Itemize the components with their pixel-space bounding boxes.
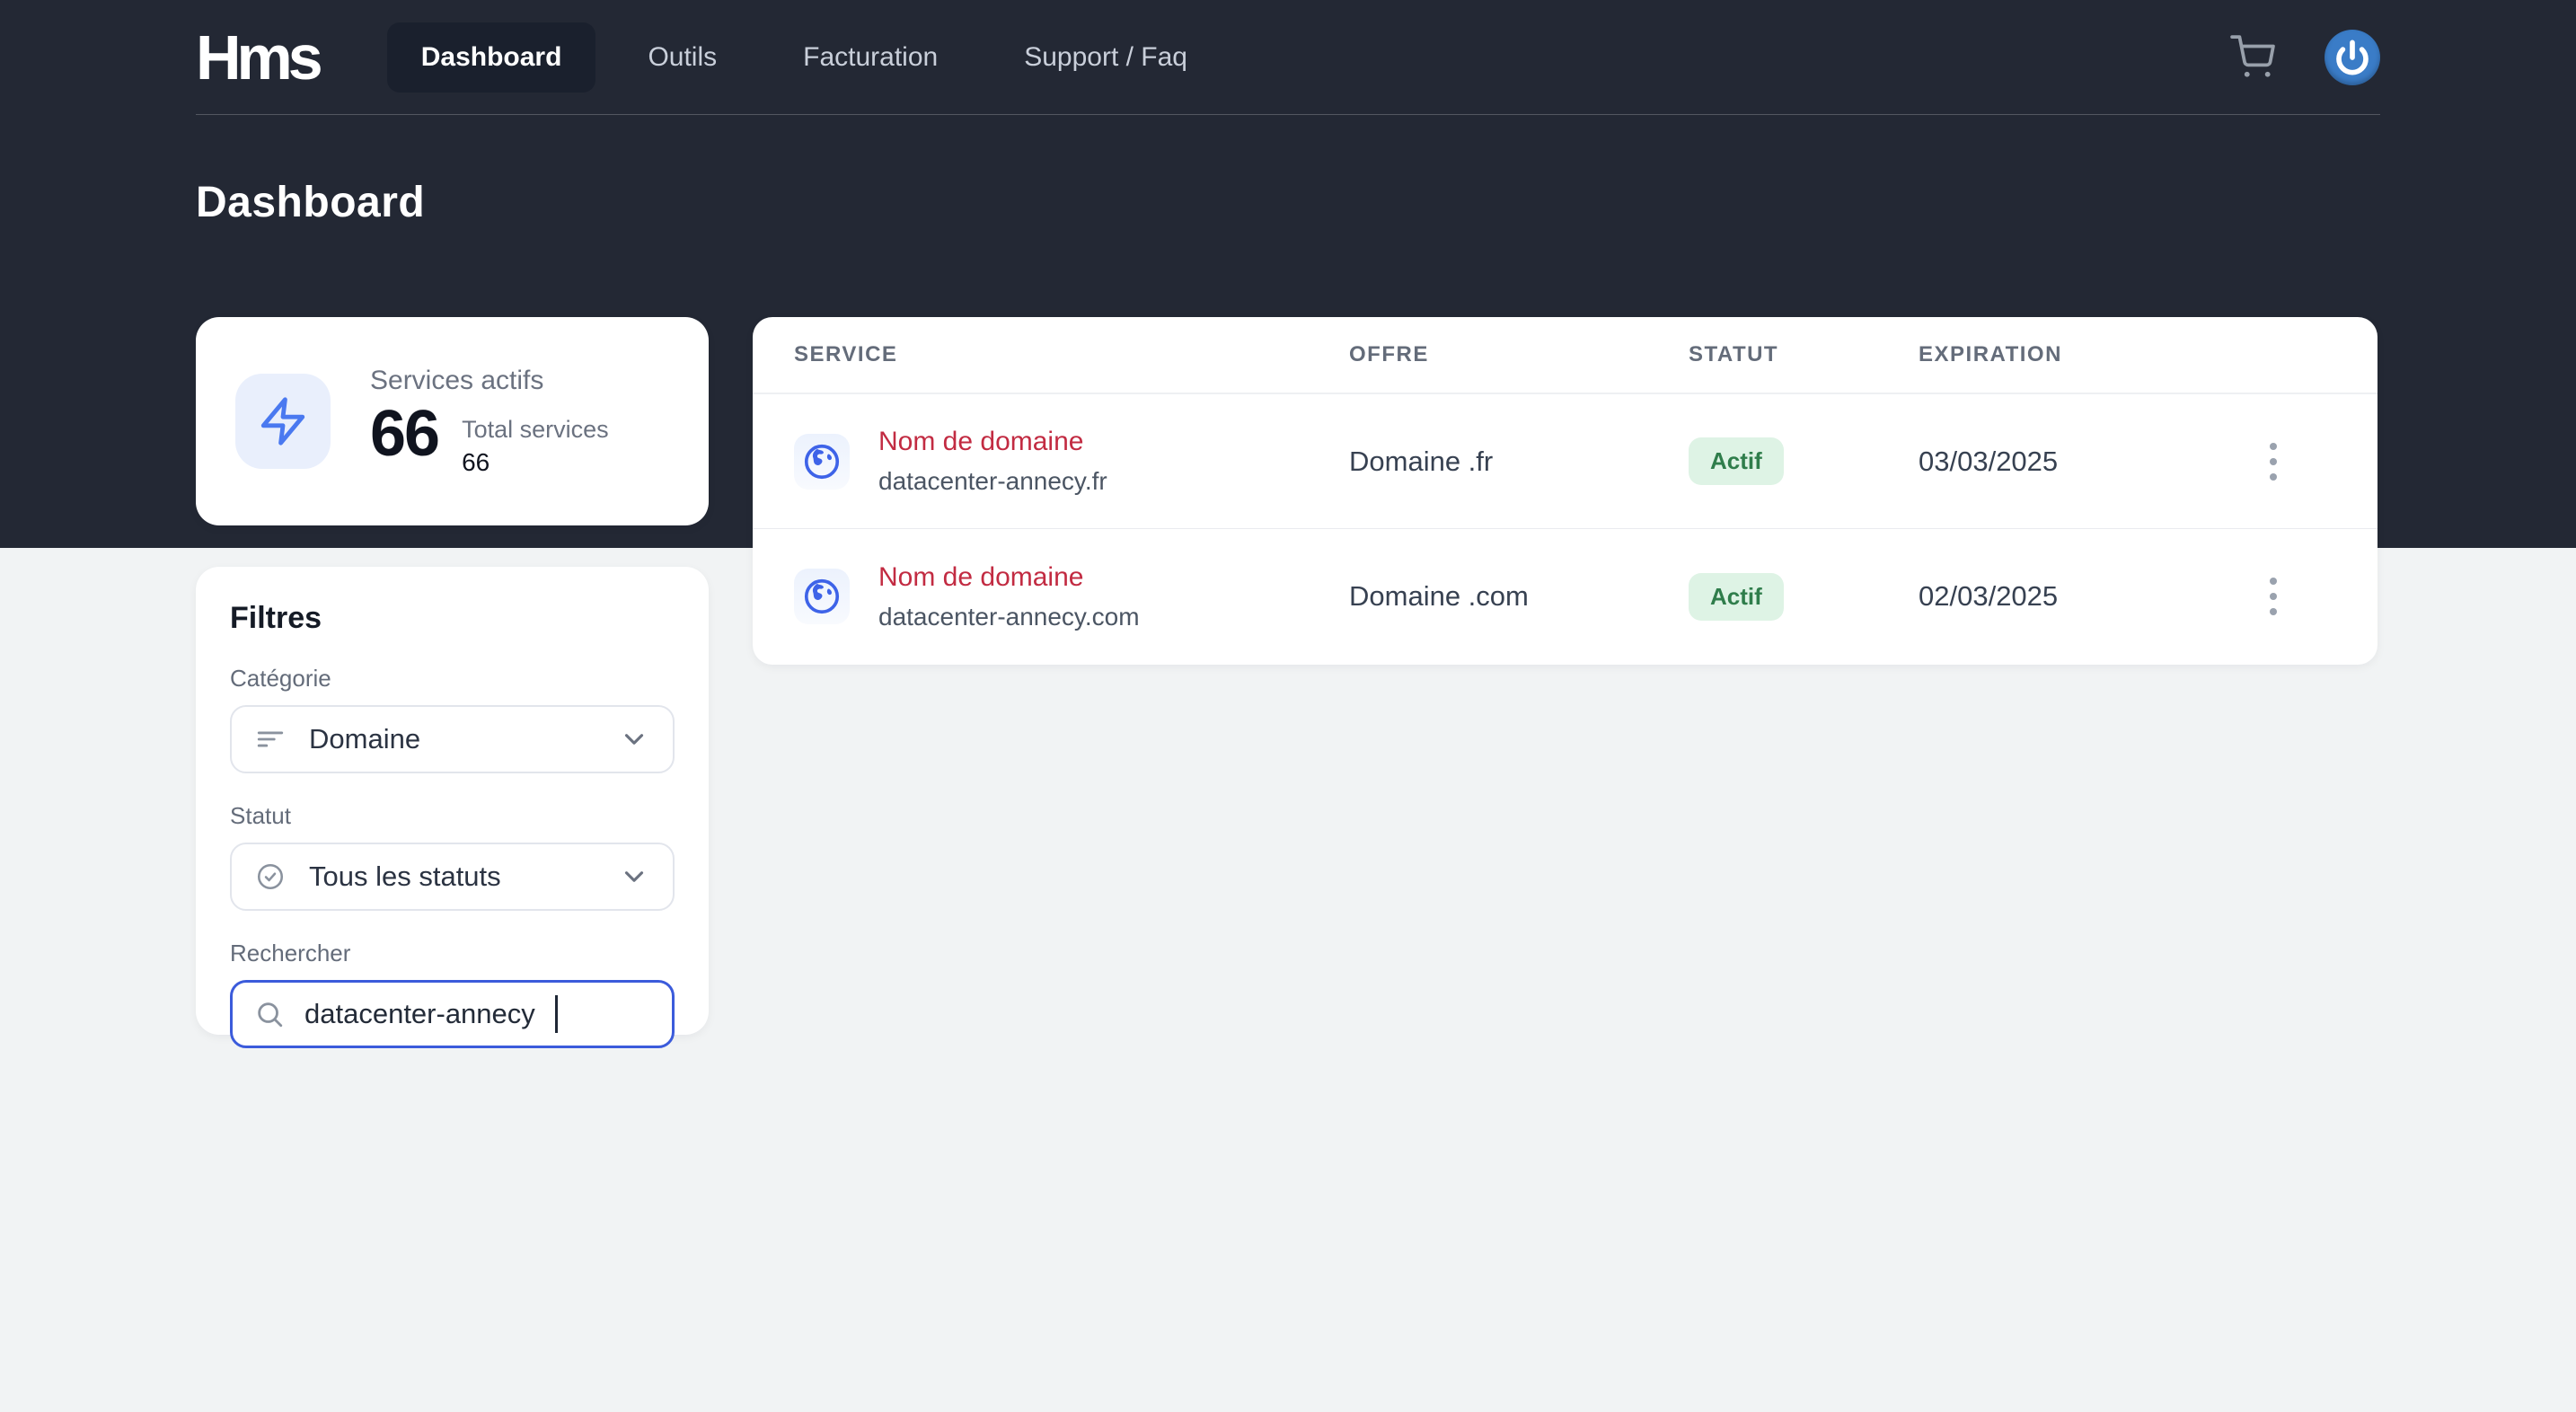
status-badge: Actif (1689, 437, 1784, 485)
column-header-service: SERVICE (794, 342, 898, 366)
chevron-down-icon (619, 724, 649, 755)
total-services-label: Total services (462, 416, 609, 443)
stats-title: Services actifs (370, 366, 544, 395)
table-row: Nom de domaine datacenter-annecy.com Dom… (753, 529, 2378, 664)
service-name-link[interactable]: Nom de domaine (878, 427, 1107, 457)
column-header-offre: OFFRE (1349, 342, 1429, 366)
nav-item-dashboard[interactable]: Dashboard (386, 22, 596, 93)
category-select-value: Domaine (309, 723, 421, 755)
active-services-count: 66 (370, 398, 440, 470)
globe-icon (794, 433, 850, 490)
main-nav: Dashboard Outils Facturation Support / F… (386, 22, 1239, 93)
top-navigation-bar: Hms Dashboard Outils Facturation Support… (196, 0, 2380, 115)
filters-title: Filtres (230, 601, 322, 635)
table-header-row: SERVICE OFFRE STATUT EXPIRATION (753, 317, 2378, 394)
chevron-down-icon (619, 861, 649, 892)
page-title: Dashboard (196, 179, 426, 226)
text-cursor (554, 995, 558, 1033)
nav-item-facturation[interactable]: Facturation (769, 22, 972, 93)
nav-item-outils[interactable]: Outils (613, 22, 751, 93)
offer-cell: Domaine .fr (1349, 445, 1494, 477)
status-select-value: Tous les statuts (309, 860, 501, 892)
account-power-button[interactable] (2325, 29, 2380, 85)
total-services-count: 66 (462, 448, 490, 476)
cart-button[interactable] (2228, 32, 2278, 83)
power-icon (2334, 40, 2370, 75)
shopping-cart-icon (2230, 34, 2275, 80)
service-domain: datacenter-annecy.com (878, 602, 1140, 631)
search-input-value: datacenter-annecy (304, 998, 535, 1029)
services-table: SERVICE OFFRE STATUT EXPIRATION Nom de d… (753, 317, 2378, 665)
offer-cell: Domaine .com (1349, 580, 1529, 612)
search-label: Rechercher (230, 940, 351, 966)
expiration-cell: 02/03/2025 (1919, 580, 2059, 612)
expiration-cell: 03/03/2025 (1919, 445, 2059, 477)
active-services-card: Services actifs 66 Total services 66 (196, 317, 709, 525)
row-actions-menu-button[interactable] (2261, 569, 2286, 624)
row-actions-menu-button[interactable] (2261, 434, 2286, 490)
status-label: Statut (230, 802, 291, 829)
service-name-link[interactable]: Nom de domaine (878, 562, 1140, 593)
nav-item-support-faq[interactable]: Support / Faq (990, 22, 1222, 93)
filters-panel: Filtres Catégorie Domaine Statut Tous le… (196, 567, 709, 1048)
lightning-icon (235, 374, 331, 469)
status-select[interactable]: Tous les statuts (230, 843, 675, 911)
column-header-expiration: EXPIRATION (1919, 342, 2062, 366)
filter-lines-icon (255, 724, 286, 755)
category-select[interactable]: Domaine (230, 705, 675, 773)
check-circle-icon (255, 861, 286, 892)
search-input[interactable]: datacenter-annecy (230, 980, 675, 1048)
column-header-statut: STATUT (1689, 342, 1779, 366)
service-domain: datacenter-annecy.fr (878, 467, 1107, 495)
globe-icon (794, 569, 850, 624)
search-icon (254, 999, 285, 1029)
table-row: Nom de domaine datacenter-annecy.fr Doma… (753, 394, 2378, 529)
app-logo[interactable]: Hms (196, 26, 323, 89)
status-badge: Actif (1689, 572, 1784, 621)
category-label: Catégorie (230, 665, 331, 692)
